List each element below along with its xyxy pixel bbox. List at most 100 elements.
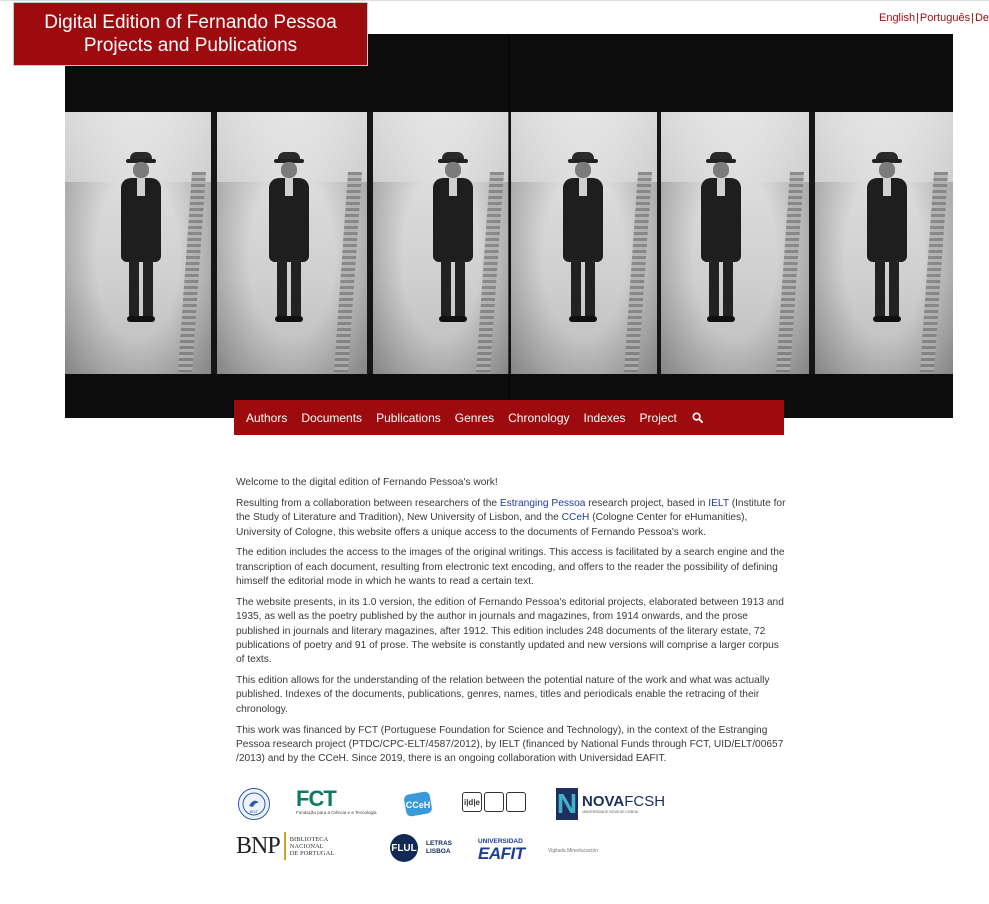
- nav-genres[interactable]: Genres: [448, 411, 501, 425]
- nav-documents[interactable]: Documents: [294, 411, 369, 425]
- idje-logo[interactable]: i|d|e: [462, 792, 526, 812]
- figure-part: [281, 162, 297, 178]
- nav-publications[interactable]: Publications: [369, 411, 448, 425]
- film-frame: [65, 112, 211, 374]
- intro-paragraph-collaboration: Resulting from a collaboration between r…: [236, 497, 786, 540]
- lang-deutsch[interactable]: De: [975, 12, 989, 24]
- eafit-big-text: EAFIT: [478, 844, 525, 863]
- figure-part: [709, 260, 719, 316]
- film-frame: [217, 112, 367, 374]
- svg-text:IELT: IELT: [250, 809, 259, 814]
- film-strip-banner: [65, 34, 953, 418]
- flul-text-line: LISBOA: [426, 848, 451, 855]
- bnp-divider: [283, 832, 286, 860]
- site-title-line2: Projects and Publications: [83, 35, 298, 56]
- eafit-logo[interactable]: UNIVERSIDAD EAFIT: [478, 838, 525, 862]
- bnp-logo[interactable]: BNP BIBLIOTECA NACIONAL DE PORTUGAL: [236, 832, 334, 860]
- link-cceh[interactable]: CCeH: [562, 512, 590, 523]
- text-fragment: Resulting from a collaboration between r…: [236, 497, 500, 509]
- link-estranging-pessoa[interactable]: Estranging Pessoa: [500, 498, 586, 509]
- ielt-logo[interactable]: IELT: [238, 788, 270, 820]
- flul-logo[interactable]: FLUL LETRAS LISBOA: [390, 834, 452, 862]
- intro-paragraph-funding: This work was financed by FCT (Portugues…: [236, 724, 784, 765]
- frame-railing: [476, 172, 504, 372]
- figure-part: [285, 178, 293, 196]
- welcome-text: Welcome to the digital edition of Fernan…: [236, 477, 498, 488]
- walking-man-figure: [697, 152, 745, 324]
- film-frame: [815, 112, 953, 374]
- ielt-emblem-icon: IELT: [242, 792, 266, 816]
- site-title[interactable]: Digital Edition of Fernando Pessoa Proje…: [14, 3, 367, 65]
- bnp-mark: BNP: [236, 832, 281, 859]
- cceh-emblem-icon: CCeH: [404, 791, 432, 817]
- nav-authors[interactable]: Authors: [239, 411, 294, 425]
- intro-paragraph-version: The website presents, in its 1.0 version…: [236, 596, 784, 666]
- walking-man-figure: [429, 152, 477, 324]
- walking-man-figure: [265, 152, 313, 324]
- idje-box-1: i|d|e: [462, 792, 482, 812]
- flul-mark: FLUL: [390, 834, 418, 862]
- film-frame: [373, 112, 509, 374]
- language-switcher: English|Português|De: [879, 12, 989, 24]
- figure-part: [133, 162, 149, 178]
- text-fragment: research project, based in: [585, 497, 709, 509]
- figure-part: [143, 260, 153, 316]
- film-frame: [661, 112, 809, 374]
- flul-text: LETRAS LISBOA: [426, 840, 452, 856]
- figure-part: [445, 162, 461, 178]
- figure-part: [579, 178, 587, 196]
- figure-part: [575, 162, 591, 178]
- intro-paragraph-images: The edition includes the access to the i…: [236, 547, 785, 588]
- frame-railing: [624, 172, 652, 372]
- figure-part: [449, 178, 457, 196]
- frame-railing: [334, 172, 362, 372]
- figure-part: [717, 178, 725, 196]
- intro-text: Welcome to the digital edition of Fernan…: [236, 476, 786, 773]
- figure-part: [879, 162, 895, 178]
- figure-part: [455, 260, 465, 316]
- lang-english[interactable]: English: [879, 12, 915, 24]
- walking-man-figure: [559, 152, 607, 324]
- figure-part: [291, 260, 301, 316]
- nova-name-light: FCSH: [624, 792, 666, 810]
- frame-railing: [776, 172, 804, 372]
- nav-indexes[interactable]: Indexes: [577, 411, 633, 425]
- figure-part: [441, 260, 451, 316]
- idje-box-2: [484, 792, 504, 812]
- figure-part: [883, 178, 891, 196]
- nav-chronology[interactable]: Chronology: [501, 411, 576, 425]
- search-icon[interactable]: [684, 412, 711, 423]
- cceh-logo[interactable]: CCeH: [402, 788, 434, 820]
- fct-logo[interactable]: FCT Fundação para a Ciência e a Tecnolog…: [296, 788, 376, 816]
- link-ielt[interactable]: IELT: [708, 498, 729, 509]
- vigilada-text: Vigilada Mineducación: [548, 848, 598, 854]
- figure-part: [723, 260, 733, 316]
- bnp-text: BIBLIOTECA NACIONAL DE PORTUGAL: [290, 836, 335, 857]
- nova-letter: N: [556, 788, 578, 820]
- nova-text: NOVAFCSH UNIVERSIDADE NOVA DE LISBOA: [582, 792, 666, 815]
- walking-man-figure: [863, 152, 911, 324]
- figure-part: [439, 316, 467, 322]
- banner-split: [508, 34, 510, 418]
- nova-fcsh-logo[interactable]: N NOVAFCSH UNIVERSIDADE NOVA DE LISBOA: [556, 788, 665, 820]
- figure-part: [585, 260, 595, 316]
- idje-box-3: [506, 792, 526, 812]
- figure-part: [137, 178, 145, 196]
- figure-part: [707, 316, 735, 322]
- figure-part: [889, 260, 899, 316]
- figure-part: [571, 260, 581, 316]
- figure-part: [569, 316, 597, 322]
- bnp-text-line: DE PORTUGAL: [289, 849, 335, 857]
- walking-man-figure: [117, 152, 165, 324]
- figure-part: [873, 316, 901, 322]
- figure-part: [129, 260, 139, 316]
- nova-name: NOVAFCSH: [582, 792, 666, 810]
- nav-project[interactable]: Project: [633, 411, 684, 425]
- site-title-line1: Digital Edition of Fernando Pessoa: [44, 12, 337, 33]
- fct-logo-text: FCT: [296, 786, 337, 811]
- lang-portugues[interactable]: Português: [920, 12, 970, 24]
- frame-railing: [920, 172, 948, 372]
- intro-paragraph-understanding: This edition allows for the understandin…: [236, 675, 770, 715]
- partner-logos: IELT FCT Fundação para a Ciência e a Tec…: [236, 786, 716, 876]
- top-border: [0, 0, 989, 1]
